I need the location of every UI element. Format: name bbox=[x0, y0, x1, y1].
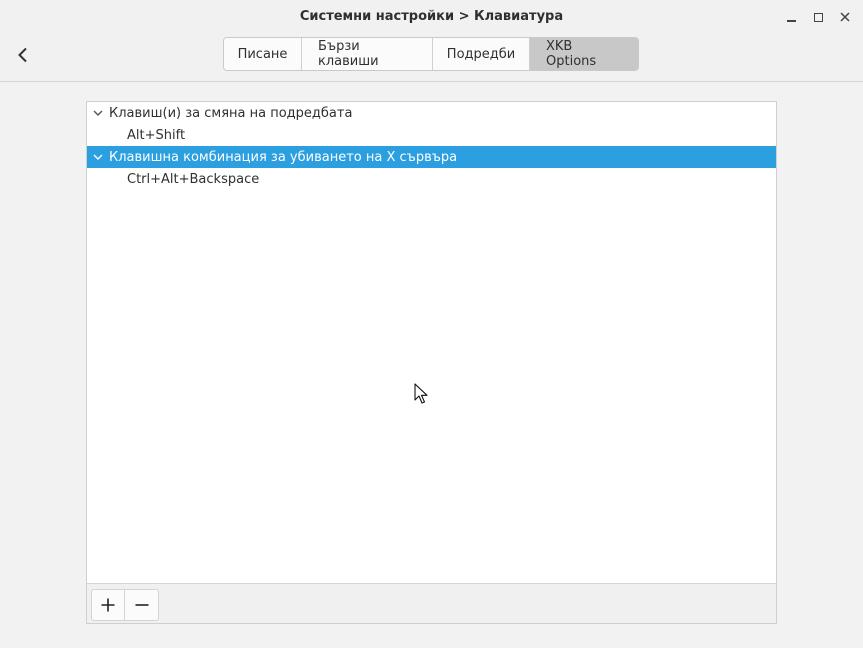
tab-label: XKB Options bbox=[546, 39, 597, 69]
chevron-down-icon[interactable] bbox=[87, 154, 109, 161]
chevron-left-icon bbox=[18, 47, 27, 63]
mouse-pointer-icon bbox=[414, 383, 428, 404]
tab-label: Подредби bbox=[446, 46, 516, 62]
back-button[interactable] bbox=[8, 40, 38, 70]
add-button[interactable] bbox=[91, 589, 125, 621]
tab-layouts[interactable]: Подредби bbox=[433, 38, 530, 70]
xkb-options-panel: Клавиш(и) за смяна на подредбата Alt+Shi… bbox=[86, 101, 777, 624]
tree-item-label: Alt+Shift bbox=[127, 127, 186, 143]
remove-button[interactable] bbox=[125, 589, 159, 621]
minimize-icon bbox=[786, 20, 796, 22]
tree-item[interactable]: Alt+Shift bbox=[87, 124, 776, 146]
tab-label: Писане bbox=[237, 46, 288, 62]
header-bar: Системни настройки > Клавиатура Писане Б… bbox=[0, 0, 863, 82]
tree-group-kill-x-server[interactable]: Клавишна комбинация за убиването на X съ… bbox=[87, 146, 776, 168]
tree-group-switch-layout[interactable]: Клавиш(и) за смяна на подредбата bbox=[87, 102, 776, 124]
close-button[interactable] bbox=[834, 6, 856, 28]
keyboard-settings-window: Системни настройки > Клавиатура Писане Б… bbox=[0, 0, 863, 648]
plus-icon bbox=[101, 598, 115, 612]
list-toolbar bbox=[87, 583, 776, 623]
tree-item[interactable]: Ctrl+Alt+Backspace bbox=[87, 168, 776, 190]
tab-xkb-options[interactable]: XKB Options bbox=[530, 38, 638, 70]
tab-typing[interactable]: Писане bbox=[224, 38, 302, 70]
tab-shortcuts[interactable]: Бързи клавиши bbox=[302, 38, 433, 70]
tree-group-label: Клавиш(и) за смяна на подредбата bbox=[109, 105, 353, 121]
tree-group-label: Клавишна комбинация за убиването на X съ… bbox=[109, 149, 458, 165]
tab-bar: Писане Бързи клавиши Подредби XKB Option… bbox=[223, 37, 639, 71]
tree-item-label: Ctrl+Alt+Backspace bbox=[127, 171, 260, 187]
options-tree: Клавиш(и) за смяна на подредбата Alt+Shi… bbox=[87, 102, 776, 190]
close-icon bbox=[840, 12, 850, 22]
minus-icon bbox=[135, 604, 148, 606]
tab-label: Бързи клавиши bbox=[318, 39, 379, 69]
window-title: Системни настройки > Клавиатура bbox=[299, 9, 564, 24]
minimize-button[interactable] bbox=[780, 6, 802, 28]
maximize-icon bbox=[813, 12, 823, 22]
chevron-down-icon[interactable] bbox=[87, 110, 109, 117]
maximize-button[interactable] bbox=[807, 6, 829, 28]
